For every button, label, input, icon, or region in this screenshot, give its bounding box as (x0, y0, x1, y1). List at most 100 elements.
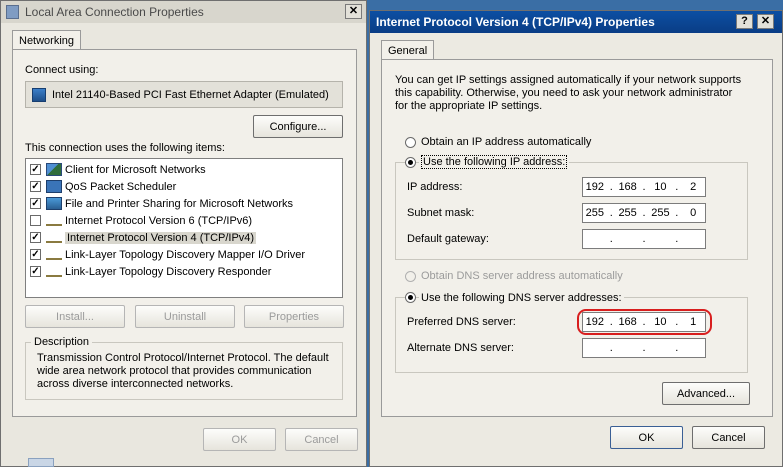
item-label: Internet Protocol Version 6 (TCP/IPv6) (65, 214, 253, 227)
list-item[interactable]: ✓ Link-Layer Topology Discovery Responde… (30, 263, 271, 280)
radio-static-ip[interactable] (405, 157, 416, 168)
ip-dot: . (642, 316, 646, 328)
description-line-2: wide area network protocol that provides… (37, 365, 312, 377)
radio-static-ip-label[interactable]: Use the following IP address: (419, 155, 570, 169)
lan-properties-window: Local Area Connection Properties ✕ Netwo… (0, 0, 367, 467)
radio-auto-dns-label[interactable]: Obtain DNS server address automatically (421, 270, 623, 283)
ip-octet: 10 (654, 181, 667, 193)
configure-button-label: Configure... (269, 120, 327, 133)
ip-dot: . (642, 207, 646, 219)
ip-dot: . (642, 181, 646, 193)
uninstall-button[interactable]: Uninstall (135, 305, 235, 328)
ip-octet: 1 (690, 316, 697, 328)
install-button-label: Install... (56, 310, 94, 323)
radio-auto-dns[interactable] (405, 271, 416, 282)
checkbox-lltd-responder[interactable]: ✓ (30, 266, 41, 277)
components-list[interactable]: ✓ Client for Microsoft Networks ✓ QoS Pa… (25, 158, 343, 298)
protocol-icon (46, 253, 62, 260)
close-icon: ✕ (348, 5, 359, 17)
adapter-field: Intel 21140-Based PCI Fast Ethernet Adap… (25, 81, 343, 108)
checkbox-ipv6[interactable] (30, 215, 41, 226)
lan-window-title: Local Area Connection Properties (25, 5, 204, 19)
lan-cancel-button-label: Cancel (304, 433, 339, 446)
lan-ok-button-label: OK (231, 433, 248, 446)
properties-button[interactable]: Properties (244, 305, 344, 328)
network-client-icon (46, 163, 62, 176)
item-label: Client for Microsoft Networks (65, 163, 206, 176)
checkbox-ipv4[interactable]: ✓ (30, 232, 41, 243)
list-item[interactable]: ✓ Link-Layer Topology Discovery Mapper I… (30, 246, 305, 263)
description-line-1: Transmission Control Protocol/Internet P… (37, 352, 329, 364)
ip-octet: 192 (585, 316, 605, 328)
list-item[interactable]: Internet Protocol Version 6 (TCP/IPv6) (30, 212, 252, 229)
items-label: This connection uses the following items… (25, 142, 225, 154)
desktop-icon[interactable] (28, 458, 54, 467)
advanced-button-label: Advanced... (676, 387, 736, 400)
ip-octet: 255 (618, 207, 637, 219)
alternate-dns-field[interactable]: ... (582, 338, 706, 358)
ip-dot: . (675, 207, 679, 219)
radio-static-dns-label[interactable]: Use the following DNS server addresses: (419, 292, 624, 305)
tab-networking-label: Networking (19, 34, 75, 47)
ip-address-field[interactable]: 192. 168. 10. 2 (582, 177, 706, 197)
scheduler-icon (46, 180, 62, 193)
list-item[interactable]: ✓ Internet Protocol Version 4 (TCP/IPv4) (30, 229, 257, 246)
ipv4-cancel-button[interactable]: Cancel (692, 426, 765, 449)
ip-dot: . (609, 207, 613, 219)
preferred-dns-field[interactable]: 192. 168. 10. 1 (582, 312, 706, 332)
tab-general-label: General (388, 44, 428, 57)
radio-auto-ip[interactable] (405, 137, 416, 148)
lan-ok-button[interactable]: OK (203, 428, 276, 451)
ip-dot: . (642, 342, 646, 354)
ip-octet: 0 (690, 207, 697, 219)
ipv4-ok-button[interactable]: OK (610, 426, 683, 449)
radio-static-ip-text: Use the following IP address: (421, 155, 568, 169)
adapter-name: Intel 21140-Based PCI Fast Ethernet Adap… (52, 88, 329, 101)
connect-using-label: Connect using: (25, 64, 99, 76)
protocol-icon (46, 270, 62, 277)
tab-networking[interactable]: Networking (12, 30, 82, 50)
lan-close-button[interactable]: ✕ (345, 4, 362, 19)
item-label: Link-Layer Topology Discovery Responder (65, 265, 272, 278)
ipv4-close-button[interactable]: ✕ (757, 14, 774, 29)
lan-title-bar[interactable]: Local Area Connection Properties ✕ (1, 1, 366, 23)
help-button[interactable]: ? (736, 14, 753, 29)
lan-cancel-button[interactable]: Cancel (285, 428, 358, 451)
ip-octet: 255 (651, 207, 670, 219)
ip-dot: . (675, 316, 679, 328)
ip-dot: . (609, 316, 613, 328)
advanced-button[interactable]: Advanced... (662, 382, 750, 405)
list-item[interactable]: ✓ Client for Microsoft Networks (30, 161, 206, 178)
ipv4-title-bar[interactable]: Internet Protocol Version 4 (TCP/IPv4) P… (370, 11, 782, 33)
checkbox-qos[interactable]: ✓ (30, 181, 41, 192)
radio-auto-ip-label[interactable]: Obtain an IP address automatically (421, 136, 591, 149)
list-item[interactable]: ✓ QoS Packet Scheduler (30, 178, 176, 195)
ipv4-cancel-button-label: Cancel (711, 431, 746, 444)
list-item[interactable]: ✓ File and Printer Sharing for Microsoft… (30, 195, 293, 212)
ip-dot: . (609, 181, 613, 193)
configure-button[interactable]: Configure... (253, 115, 343, 138)
ip-octet: 168 (618, 316, 637, 328)
ip-octet: 255 (585, 207, 605, 219)
install-button[interactable]: Install... (25, 305, 125, 328)
checkbox-client[interactable]: ✓ (30, 164, 41, 175)
checkbox-sharing[interactable]: ✓ (30, 198, 41, 209)
uninstall-button-label: Uninstall (163, 310, 207, 323)
checkbox-lltd-mapper[interactable]: ✓ (30, 249, 41, 260)
help-icon: ? (741, 15, 748, 27)
item-label: QoS Packet Scheduler (65, 180, 177, 193)
ip-octet: 168 (618, 181, 637, 193)
intro-line-3: for the appropriate IP settings. (395, 100, 543, 112)
ip-dot: . (609, 233, 613, 245)
gateway-field[interactable]: ... (582, 229, 706, 249)
item-label: File and Printer Sharing for Microsoft N… (65, 197, 294, 210)
protocol-icon (46, 236, 62, 243)
item-label: Link-Layer Topology Discovery Mapper I/O… (65, 248, 306, 261)
radio-static-dns[interactable] (405, 292, 416, 303)
ipv4-window-title: Internet Protocol Version 4 (TCP/IPv4) P… (376, 15, 655, 29)
network-window-icon (6, 5, 19, 19)
ipv4-ok-button-label: OK (638, 431, 655, 444)
gateway-label: Default gateway: (407, 233, 489, 245)
tab-general[interactable]: General (381, 40, 435, 60)
subnet-mask-field[interactable]: 255. 255. 255. 0 (582, 203, 706, 223)
